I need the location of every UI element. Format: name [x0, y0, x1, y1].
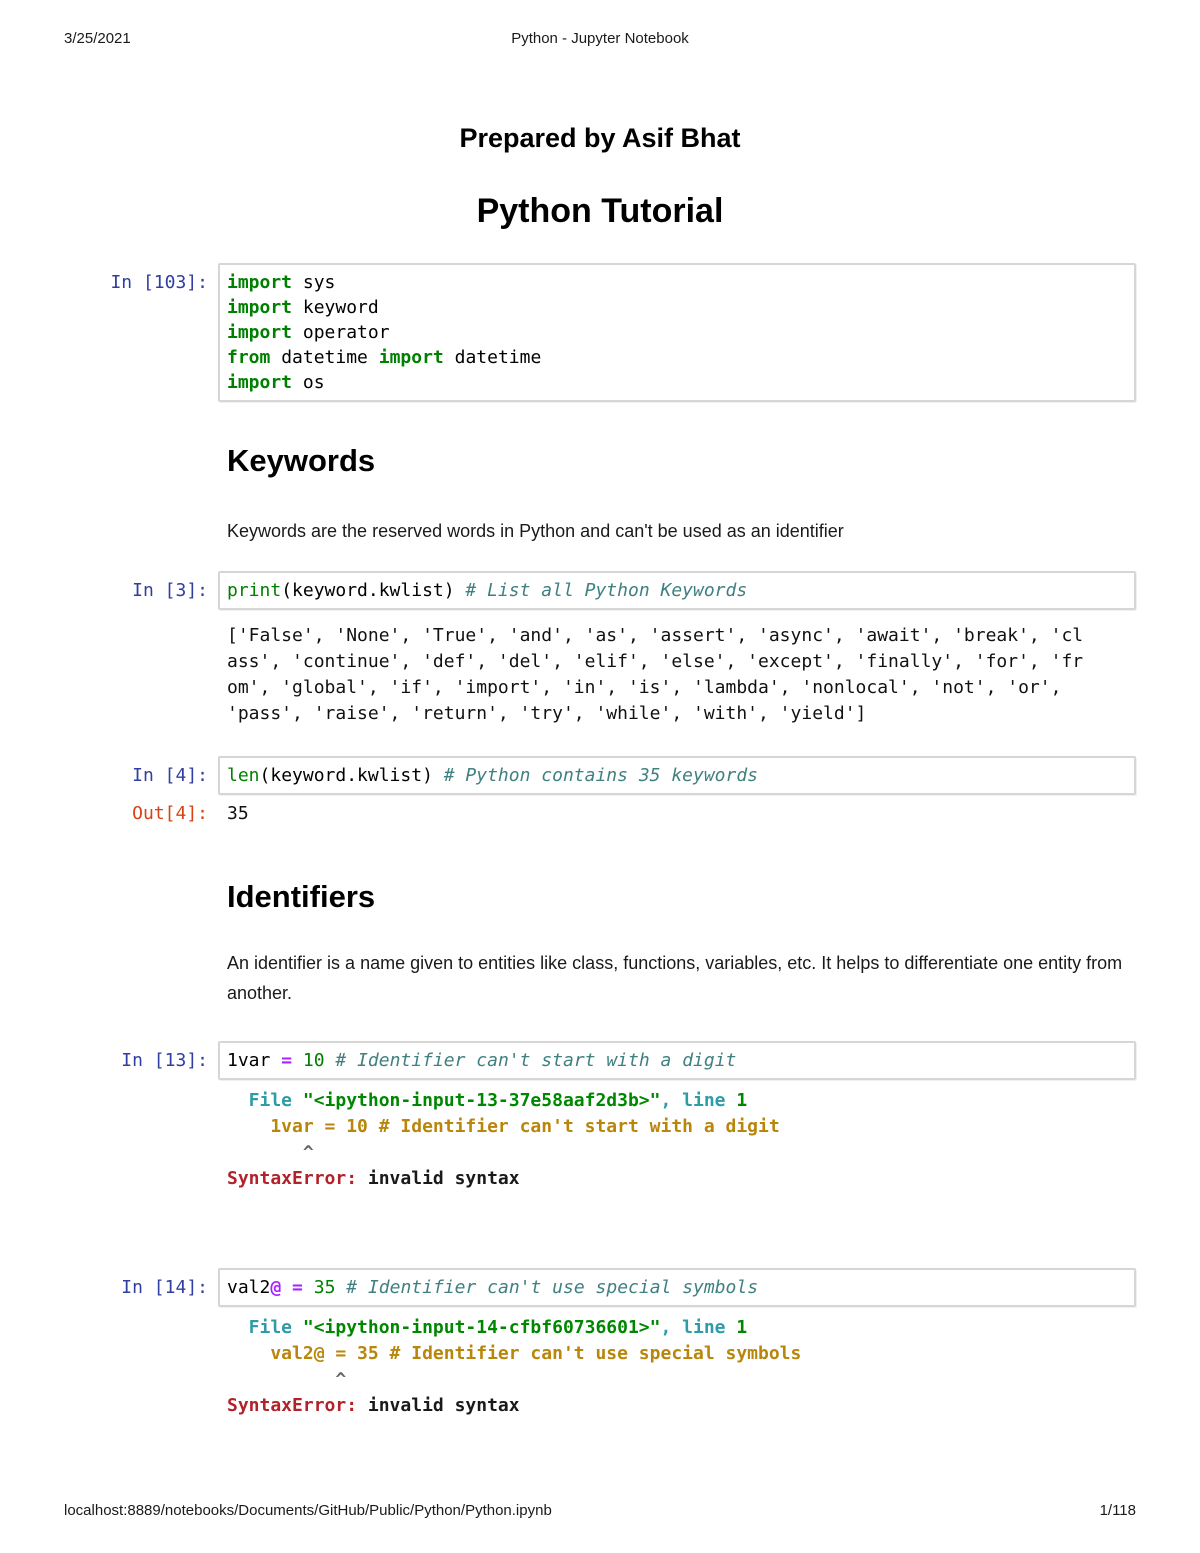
section-heading-keywords: Keywords: [227, 443, 1136, 479]
keywords-description: Keywords are the reserved words in Pytho…: [227, 517, 1136, 545]
syntax-error-text: File "<ipython-input-13-37e58aaf2d3b>", …: [227, 1088, 1136, 1192]
identifiers-description: An identifier is a name given to entitie…: [227, 948, 1127, 1008]
len-output-value: 35: [218, 801, 249, 826]
input-prompt: In [3]:: [64, 571, 218, 603]
page-number: 1/118: [1100, 1502, 1136, 1519]
code-editor-invalid-symbol[interactable]: val2@ = 35 # Identifier can't use specia…: [218, 1268, 1136, 1307]
notebook-print-page: 3/25/2021 Python - Jupyter Notebook Prep…: [0, 0, 1200, 1553]
code-editor-len-kwlist[interactable]: len(keyword.kwlist) # Python contains 35…: [218, 756, 1136, 795]
notebook-url: localhost:8889/notebooks/Documents/GitHu…: [64, 1502, 552, 1519]
code-cell-len-kwlist: In [4]: len(keyword.kwlist) # Python con…: [64, 756, 1136, 795]
kwlist-output-text: ['False', 'None', 'True', 'and', 'as', '…: [227, 623, 1136, 727]
section-heading-identifiers: Identifiers: [227, 879, 1136, 915]
prepared-by-title: Prepared by Asif Bhat: [64, 122, 1136, 154]
page-title: Python Tutorial: [64, 191, 1136, 232]
traceback-invalid-digit: File "<ipython-input-13-37e58aaf2d3b>", …: [227, 1088, 1136, 1192]
output-prompt: Out[4]:: [64, 801, 218, 826]
input-prompt: In [13]:: [64, 1041, 218, 1073]
code-cell-imports: In [103]: import sysimport keywordimport…: [64, 263, 1136, 402]
code-editor-invalid-digit[interactable]: 1var = 10 # Identifier can't start with …: [218, 1041, 1136, 1080]
print-header: 3/25/2021 Python - Jupyter Notebook: [64, 30, 1136, 47]
notebook-content: Prepared by Asif Bhat Python Tutorial In…: [0, 122, 1200, 1419]
code-cell-invalid-digit: In [13]: 1var = 10 # Identifier can't st…: [64, 1041, 1136, 1080]
code-cell-invalid-symbol: In [14]: val2@ = 35 # Identifier can't u…: [64, 1268, 1136, 1307]
code-editor-imports[interactable]: import sysimport keywordimport operatorf…: [218, 263, 1136, 402]
print-footer: localhost:8889/notebooks/Documents/GitHu…: [64, 1502, 1136, 1519]
traceback-invalid-symbol: File "<ipython-input-14-cfbf60736601>", …: [227, 1315, 1136, 1419]
code-editor-print-kwlist[interactable]: print(keyword.kwlist) # List all Python …: [218, 571, 1136, 610]
input-prompt: In [103]:: [64, 263, 218, 295]
code-cell-print-kwlist: In [3]: print(keyword.kwlist) # List all…: [64, 571, 1136, 610]
output-len-kwlist: Out[4]: 35: [64, 801, 1136, 826]
print-title: Python - Jupyter Notebook: [64, 30, 1136, 47]
output-kwlist: ['False', 'None', 'True', 'and', 'as', '…: [227, 623, 1136, 727]
input-prompt: In [4]:: [64, 756, 218, 788]
input-prompt: In [14]:: [64, 1268, 218, 1300]
syntax-error-text: File "<ipython-input-14-cfbf60736601>", …: [227, 1315, 1136, 1419]
